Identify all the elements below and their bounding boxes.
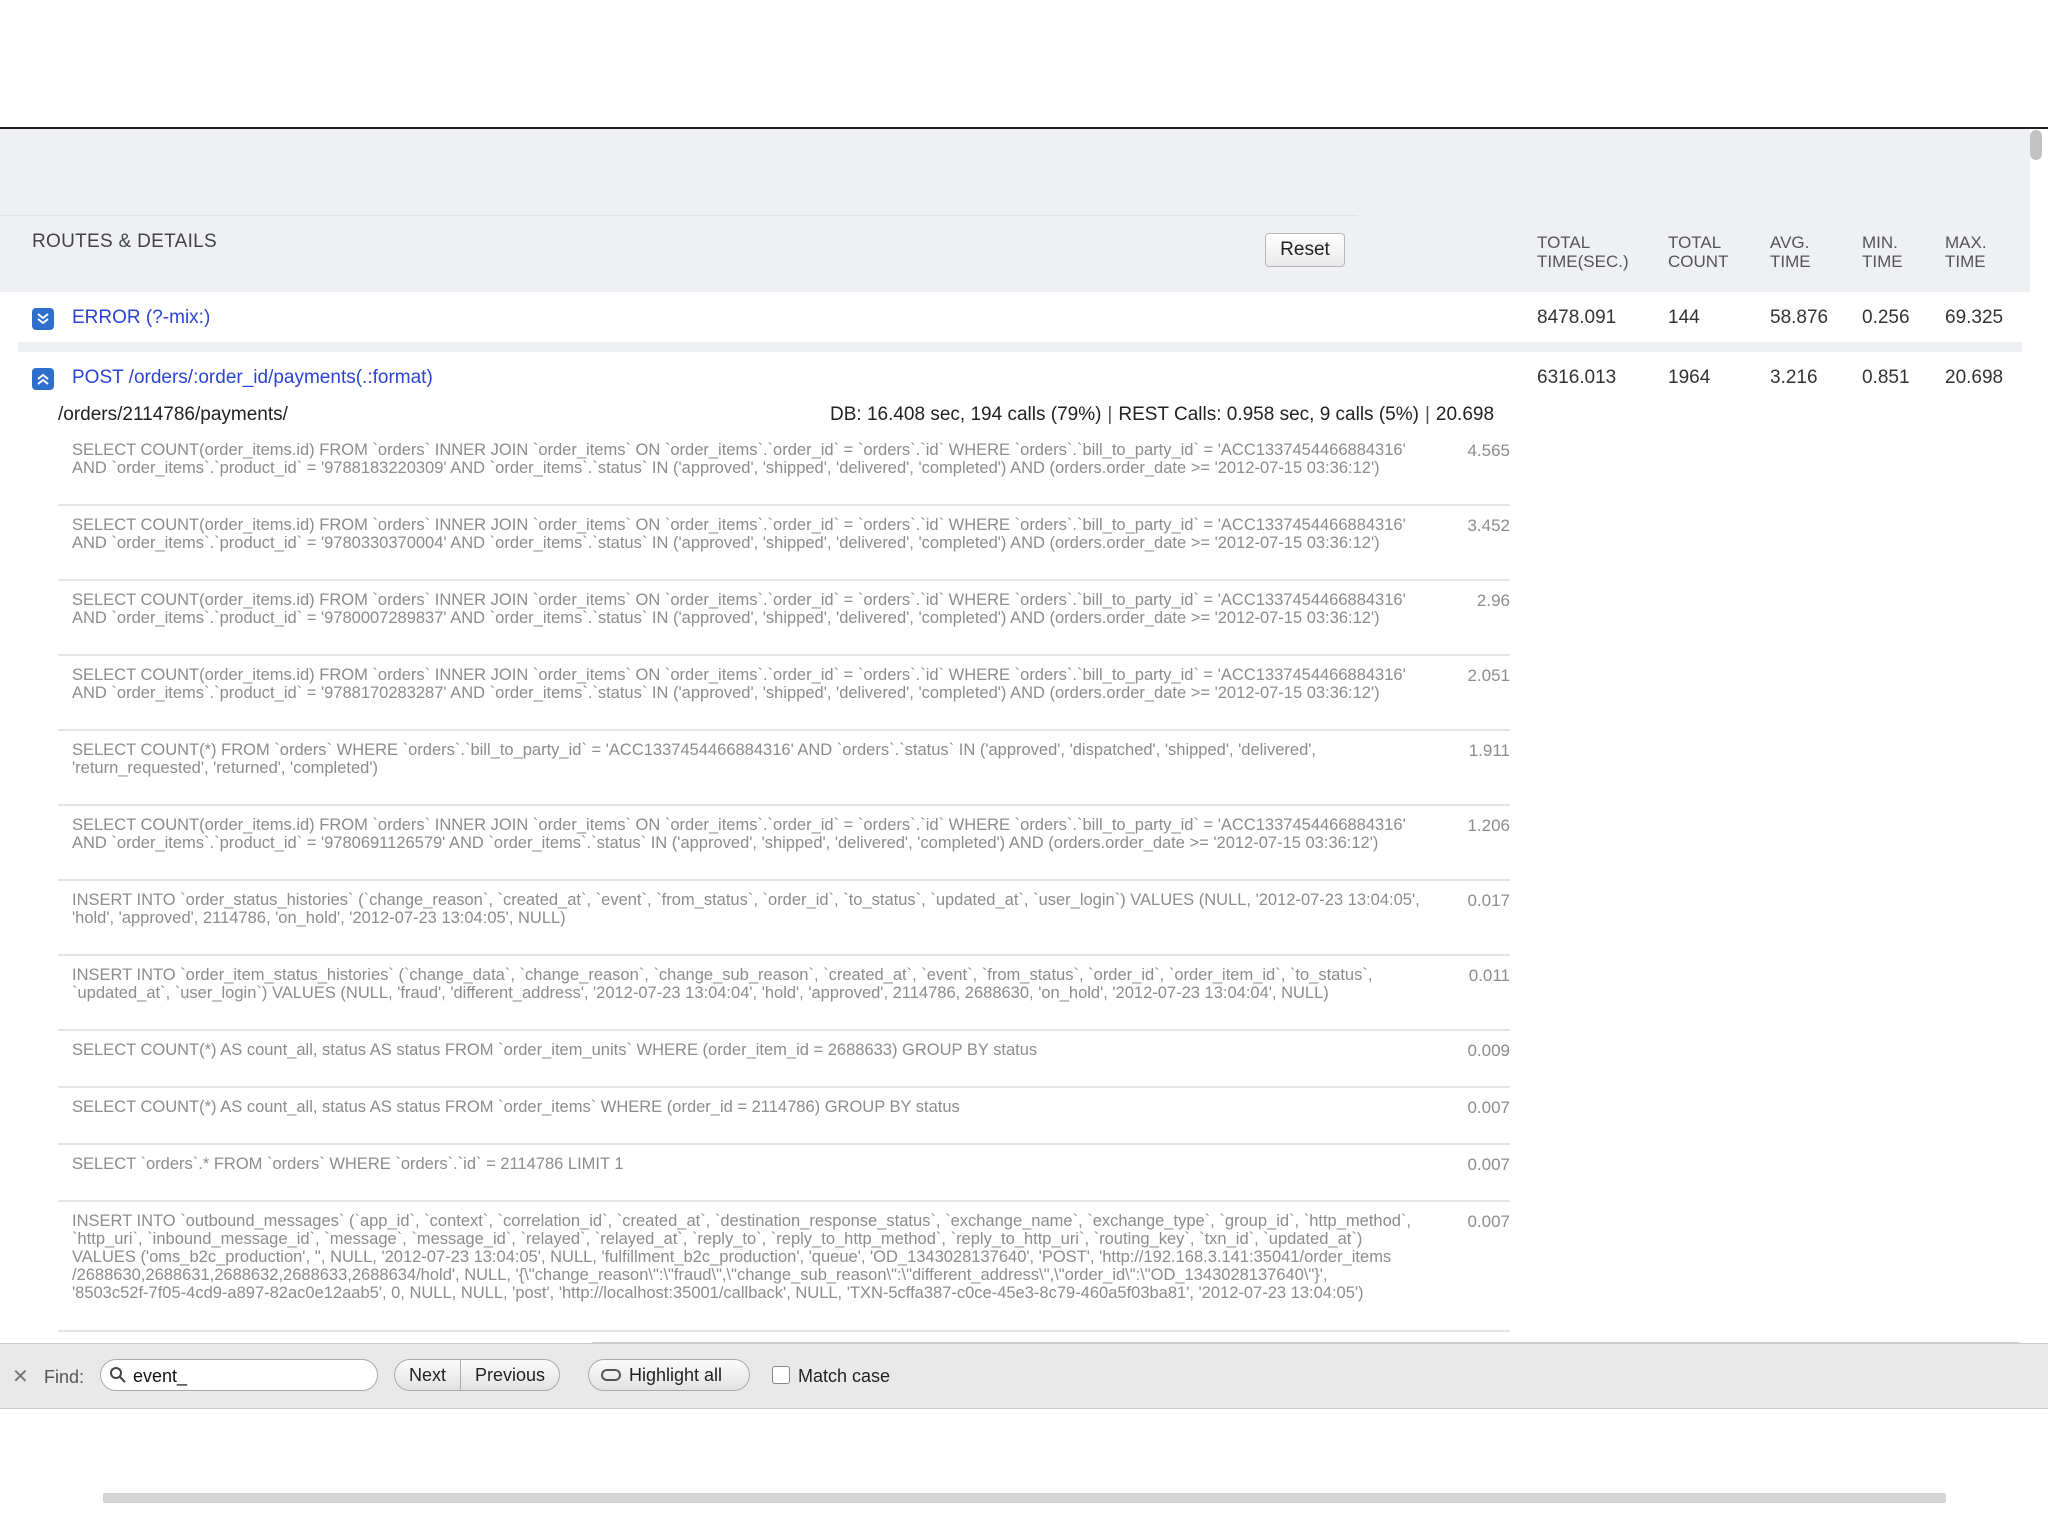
route-link-error[interactable]: ERROR (?-mix:) [72, 307, 210, 329]
query-time: 3.452 [1467, 516, 1510, 535]
col-total-count: TOTAL COUNT [1668, 233, 1778, 271]
query-time: 2.051 [1467, 666, 1510, 685]
highlight-icon [601, 1369, 621, 1381]
query-sql: SELECT `orders`.* FROM `orders` WHERE `o… [72, 1155, 624, 1173]
chevron-down-icon[interactable] [32, 308, 54, 330]
query-time: 1.206 [1467, 816, 1510, 835]
query-sql: INSERT INTO `outbound_messages` (`app_id… [72, 1212, 1412, 1302]
find-bar: ✕ Find: Next Previous Highlight all Matc… [0, 1343, 2048, 1409]
query-time: 0.007 [1467, 1212, 1510, 1231]
query-time: 0.009 [1467, 1041, 1510, 1060]
find-nav-buttons: Next Previous [394, 1359, 561, 1391]
query-sql: SELECT COUNT(*) FROM `orders` WHERE `ord… [72, 741, 1316, 777]
query-row: SELECT COUNT(order_items.id) FROM `order… [58, 656, 1510, 731]
search-icon [110, 1367, 126, 1383]
header-band-line [0, 215, 1358, 216]
query-time: 4.565 [1467, 441, 1510, 460]
query-row: INSERT INTO `order_item_status_histories… [58, 956, 1510, 1031]
route-row-error[interactable]: ERROR (?-mix:) [18, 292, 2022, 342]
query-row: SELECT `orders`.* FROM `orders` WHERE `o… [58, 1145, 1510, 1202]
post-max-time: 20.698 [1945, 367, 2004, 388]
col-total-time-l2: TIME(SEC.) [1537, 252, 1629, 271]
col-total-count-l2: COUNT [1668, 252, 1729, 271]
query-row: INSERT INTO `order_status_histories` (`c… [58, 881, 1510, 956]
close-icon[interactable]: ✕ [12, 1364, 29, 1389]
query-row: SELECT COUNT(order_items.id) FROM `order… [58, 506, 1510, 581]
route-link-post-payments[interactable]: POST /orders/:order_id/payments(.:format… [72, 367, 433, 389]
request-total: 20.698 [1435, 404, 1495, 425]
highlight-all-label: Highlight all [629, 1364, 723, 1385]
route-separator [18, 342, 2022, 352]
query-time: 2.96 [1476, 591, 1510, 610]
query-row: SELECT COUNT(*) AS count_all, status AS … [58, 1031, 1510, 1088]
query-time: 1.911 [1468, 741, 1510, 760]
match-case-checkbox[interactable] [772, 1366, 790, 1384]
request-url: /orders/2114786/payments/ [58, 404, 288, 425]
reset-button[interactable]: Reset [1265, 233, 1345, 267]
col-total-time: TOTAL TIME(SEC.) [1537, 233, 1647, 271]
page-horizontal-scrollbar[interactable] [103, 1493, 1946, 1503]
query-row: SELECT COUNT(*) FROM `orders` WHERE `ord… [58, 731, 1510, 806]
post-total-time: 6316.013 [1537, 367, 1617, 388]
post-avg-time: 3.216 [1770, 367, 1818, 388]
query-sql: SELECT COUNT(order_items.id) FROM `order… [72, 441, 1406, 477]
query-list: SELECT COUNT(order_items.id) FROM `order… [58, 431, 1510, 1332]
query-sql: SELECT COUNT(order_items.id) FROM `order… [72, 666, 1406, 702]
error-total-count: 144 [1668, 307, 1700, 328]
find-label: Find: [44, 1367, 85, 1387]
query-sql: SELECT COUNT(*) AS count_all, status AS … [72, 1098, 960, 1116]
error-avg-time: 58.876 [1770, 307, 1829, 328]
browser-viewport: ROUTES & DETAILS Reset TOTAL TIME(SEC.) … [0, 129, 2048, 1343]
find-next-button[interactable]: Next [395, 1360, 460, 1390]
query-time: 0.011 [1468, 966, 1510, 985]
col-max-time: MAX. TIME [1945, 233, 2048, 271]
query-time: 0.007 [1467, 1155, 1510, 1174]
query-sql: SELECT COUNT(*) AS count_all, status AS … [72, 1041, 1038, 1059]
find-input-wrapper[interactable] [100, 1359, 378, 1391]
match-case-label[interactable]: Match case [798, 1366, 890, 1387]
db-summary: DB: 16.408 sec, 194 calls (79%) [830, 404, 1102, 425]
query-row: SELECT COUNT(*) AS count_all, status AS … [58, 1088, 1510, 1145]
col-max-time-l1: MAX. [1945, 233, 1987, 252]
query-sql: SELECT COUNT(order_items.id) FROM `order… [72, 516, 1406, 552]
post-total-count: 1964 [1668, 367, 1711, 388]
query-row: SELECT COUNT(order_items.id) FROM `order… [58, 806, 1510, 881]
post-min-time: 0.851 [1862, 367, 1910, 388]
query-time: 0.007 [1467, 1098, 1510, 1117]
error-max-time: 69.325 [1945, 307, 2004, 328]
query-row: SELECT COUNT(order_items.id) FROM `order… [58, 431, 1510, 506]
find-input[interactable] [131, 1363, 370, 1389]
header-band: ROUTES & DETAILS Reset TOTAL TIME(SEC.) … [0, 129, 2030, 292]
error-min-time: 0.256 [1862, 307, 1910, 328]
query-sql: INSERT INTO `order_item_status_histories… [72, 966, 1373, 1002]
query-row: INSERT INTO `outbound_messages` (`app_id… [58, 1202, 1510, 1332]
query-row: SELECT COUNT(order_items.id) FROM `order… [58, 581, 1510, 656]
query-time: 0.017 [1467, 891, 1510, 910]
vertical-scrollbar[interactable] [2030, 130, 2042, 160]
col-max-time-l2: TIME [1945, 252, 1986, 271]
highlight-all-button[interactable]: Highlight all [588, 1359, 750, 1391]
col-total-count-l1: TOTAL [1668, 233, 1722, 252]
request-summary: DB: 16.408 sec, 194 calls (79%) | REST Cal… [830, 404, 1495, 425]
query-sql: SELECT COUNT(order_items.id) FROM `order… [72, 591, 1406, 627]
query-sql: INSERT INTO `order_status_histories` (`c… [72, 891, 1420, 927]
error-total-time: 8478.091 [1537, 307, 1617, 328]
chevron-up-icon[interactable] [32, 368, 54, 390]
rest-summary: REST Calls: 0.958 sec, 9 calls (5%) [1118, 404, 1419, 425]
query-sql: SELECT COUNT(order_items.id) FROM `order… [72, 816, 1406, 852]
routes-details-label: ROUTES & DETAILS [32, 231, 217, 252]
find-previous-button[interactable]: Previous [461, 1360, 559, 1390]
col-total-time-l1: TOTAL [1537, 233, 1591, 252]
route-row-post-payments[interactable]: POST /orders/:order_id/payments(.:format… [18, 352, 2022, 402]
